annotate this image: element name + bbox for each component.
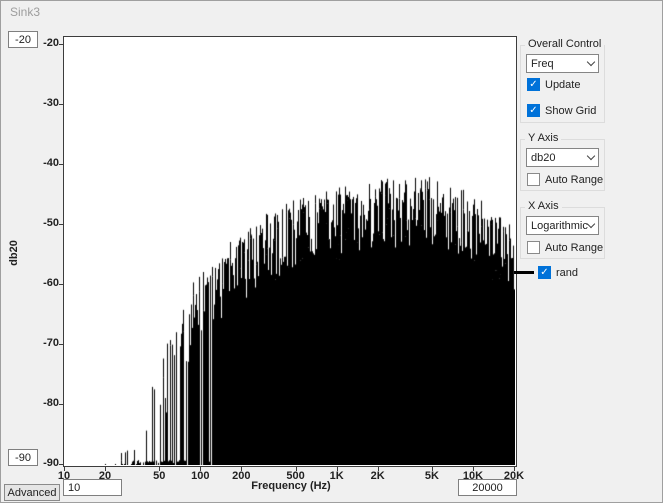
advanced-button[interactable]: Advanced <box>4 484 60 501</box>
series-line-swatch <box>514 271 534 274</box>
legend-series-label: rand <box>556 267 578 279</box>
chevron-down-icon <box>587 58 595 66</box>
checkbox-checked-icon: ✓ <box>527 78 540 91</box>
y-tick-mark <box>59 44 63 45</box>
overall-control-group: Overall Control Freq ✓ Update ✓ Show Gri… <box>520 45 605 123</box>
x-tick-label: 200 <box>223 470 259 482</box>
y-tick-mark <box>59 404 63 405</box>
y-tick-mark <box>59 224 63 225</box>
legend: ✓ rand <box>514 266 578 279</box>
y-axis-group-title: Y Axis <box>525 132 561 144</box>
show-grid-checkbox[interactable]: ✓ Show Grid <box>527 104 596 117</box>
x-auto-range-checkbox[interactable]: Auto Range <box>527 241 603 254</box>
checkbox-label: Update <box>545 79 580 91</box>
overall-control-dropdown[interactable]: Freq <box>526 54 599 73</box>
overall-control-group-title: Overall Control <box>525 38 604 50</box>
x-tick-mark <box>200 467 201 471</box>
checkbox-label: Auto Range <box>545 242 603 254</box>
checkbox-label: Auto Range <box>545 174 603 186</box>
spectrum-trace <box>64 37 515 465</box>
x-tick-label: 20 <box>87 470 123 482</box>
x-tick-label: 10 <box>46 470 82 482</box>
x-tick-mark <box>296 467 297 471</box>
checkbox-unchecked-icon <box>527 241 540 254</box>
x-axis-group: X Axis Logarithmic Auto Range <box>520 207 605 259</box>
y-tick-label: -30 <box>33 97 59 109</box>
title-bar: Sink3 <box>1 1 662 23</box>
rand-series-checkbox[interactable]: ✓ rand <box>538 266 578 279</box>
dropdown-value: db20 <box>531 152 588 164</box>
x-tick-label: 1K <box>319 470 355 482</box>
y-axis-group: Y Axis db20 Auto Range <box>520 139 605 191</box>
checkbox-checked-icon: ✓ <box>527 104 540 117</box>
y-tick-mark <box>59 284 63 285</box>
x-axis-dropdown[interactable]: Logarithmic <box>526 216 599 235</box>
y-tick-mark <box>59 164 63 165</box>
sink3-window: Sink3 -20 -90 db20 Frequency (Hz) 10 200… <box>0 0 663 503</box>
x-tick-mark <box>64 467 65 471</box>
x-tick-mark <box>514 467 515 471</box>
x-axis-group-title: X Axis <box>525 200 562 212</box>
x-tick-label: 500 <box>278 470 314 482</box>
x-tick-label: 20K <box>496 470 532 482</box>
chevron-down-icon <box>587 220 595 228</box>
y-tick-mark <box>59 464 63 465</box>
x-tick-label: 2K <box>360 470 396 482</box>
checkbox-label: Show Grid <box>545 105 596 117</box>
y-tick-label: -70 <box>33 337 59 349</box>
y-tick-mark <box>59 344 63 345</box>
y-tick-label: -90 <box>33 457 59 469</box>
x-tick-mark <box>432 467 433 471</box>
x-tick-mark <box>105 467 106 471</box>
x-tick-mark <box>378 467 379 471</box>
y-tick-mark <box>59 104 63 105</box>
x-tick-label: 50 <box>141 470 177 482</box>
dropdown-value: Freq <box>531 58 588 70</box>
checkbox-checked-icon: ✓ <box>538 266 551 279</box>
x-tick-mark <box>159 467 160 471</box>
chevron-down-icon <box>587 152 595 160</box>
x-tick-label: 100 <box>182 470 218 482</box>
window-title: Sink3 <box>10 5 40 19</box>
y-axis-dropdown[interactable]: db20 <box>526 148 599 167</box>
y-tick-label: -50 <box>33 217 59 229</box>
y-tick-label: -80 <box>33 397 59 409</box>
y-auto-range-checkbox[interactable]: Auto Range <box>527 173 603 186</box>
y-tick-label: -40 <box>33 157 59 169</box>
x-tick-label: 5K <box>414 470 450 482</box>
y-tick-label: -20 <box>33 37 59 49</box>
update-checkbox[interactable]: ✓ Update <box>527 78 580 91</box>
x-tick-label: 10K <box>455 470 491 482</box>
y-axis-label: db20 <box>8 238 20 268</box>
x-tick-mark <box>473 467 474 471</box>
y-tick-label: -60 <box>33 277 59 289</box>
x-tick-mark <box>241 467 242 471</box>
x-tick-mark <box>337 467 338 471</box>
checkbox-unchecked-icon <box>527 173 540 186</box>
dropdown-value: Logarithmic <box>531 220 588 232</box>
